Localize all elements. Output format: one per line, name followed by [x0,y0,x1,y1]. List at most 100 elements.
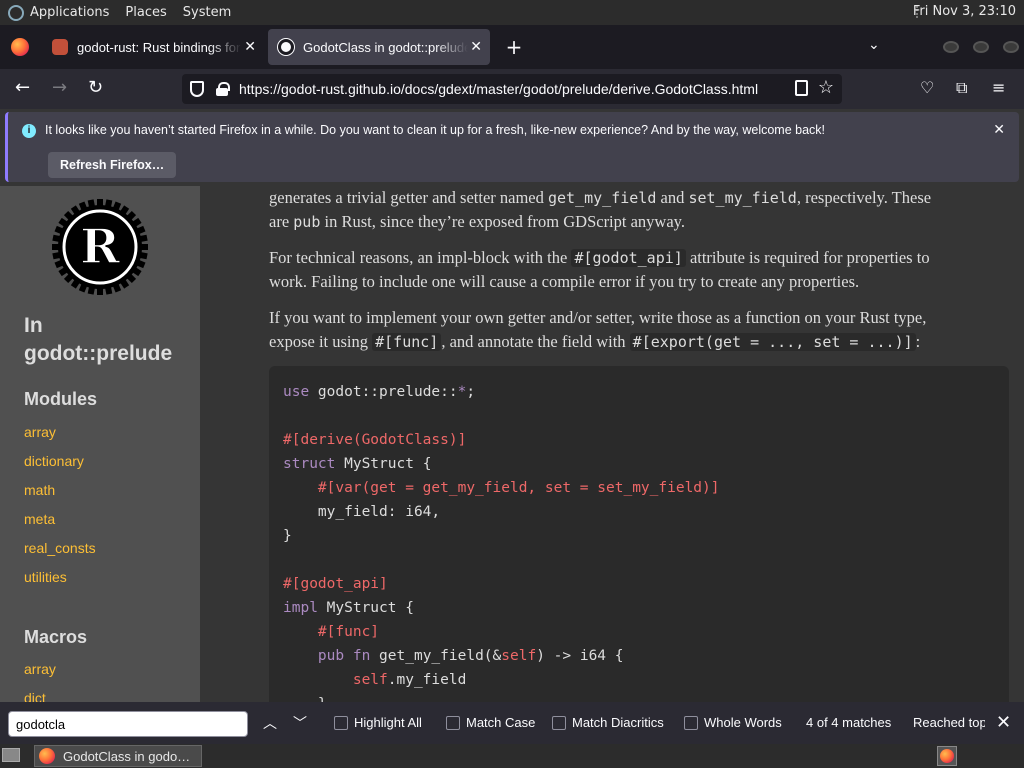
sidebar-item-utilities[interactable]: utilities [24,569,67,585]
close-tab-icon[interactable]: ✕ [244,38,256,55]
sidebar-item-macro-dict[interactable]: dict [24,690,46,702]
macros-heading[interactable]: Macros [24,627,87,648]
code-text: MyStruct { [335,456,432,472]
close-find-bar-icon[interactable]: ✕ [996,712,1011,733]
keyword: pub [283,648,345,664]
close-window-button[interactable] [1003,41,1019,53]
modules-heading[interactable]: Modules [24,389,97,410]
lock-icon[interactable] [216,82,230,96]
back-icon[interactable]: ← [15,77,30,98]
sidebar-item-meta[interactable]: meta [24,511,55,527]
tab-strip: godot-rust: Rust bindings for Godot ✕ Go… [0,25,1024,69]
sidebar-item-dictionary[interactable]: dictionary [24,453,84,469]
find-previous-icon[interactable]: ︿ [263,713,277,733]
tab-title: GodotClass in godot::prelude - Rust [303,39,468,55]
whole-words-checkbox[interactable] [684,716,698,730]
sidebar-item-real-consts[interactable]: real_consts [24,540,96,556]
keyword: struct [283,456,336,472]
location-link[interactable]: godot::prelude [24,342,172,365]
keyword: self [501,648,537,664]
clock[interactable]: Fri Nov 3, 23:10 [913,4,1016,19]
code-text: godot::prelude:: [309,384,458,400]
system-menu[interactable]: System [183,5,231,20]
highlight-all-label[interactable]: Highlight All [354,715,422,730]
notification-message: It looks like you haven’t started Firefo… [45,123,826,137]
sidebar-item-math[interactable]: math [24,482,55,498]
info-icon: i [22,124,36,138]
reload-icon[interactable]: ↻ [88,77,103,98]
pocket-icon[interactable]: ♡ [920,78,934,97]
tab-godot-rust[interactable]: godot-rust: Rust bindings for Godot ✕ [42,29,264,65]
minimize-window-button[interactable] [943,41,959,53]
firefox-icon [39,748,55,764]
paragraph: If you want to implement your own getter… [269,306,1009,354]
top-panel: Applications Places System Fri Nov 3, 23… [0,0,1024,25]
new-tab-icon[interactable]: + [502,35,526,59]
text: , respectively. These [796,188,932,207]
inline-code: #[godot_api] [571,249,686,267]
find-bar: ︿ ﹀ Highlight All Match Case Match Diacr… [0,702,1024,744]
forward-icon[interactable]: → [52,77,67,98]
text: work. Failing to include one will cause … [269,272,860,291]
close-tab-icon[interactable]: ✕ [470,38,482,55]
code-line: struct MyStruct { [283,452,431,476]
text: For technical reasons, an impl-block wit… [269,248,572,267]
highlight-all-checkbox[interactable] [334,716,348,730]
match-case-checkbox[interactable] [446,716,460,730]
match-diacritics-label[interactable]: Match Diacritics [572,715,664,730]
sidebar-item-array[interactable]: array [24,424,56,440]
bookmark-star-icon[interactable]: ☆ [818,77,834,98]
code-line: #[var(get = get_my_field, set = set_my_f… [283,480,720,496]
navigation-bar: ← → ↻ https://godot-rust.github.io/docs/… [0,69,1024,109]
find-status: Reached top of page, continued from bott… [913,715,985,730]
close-notification-icon[interactable]: ✕ [993,121,1005,138]
maximize-window-button[interactable] [973,41,989,53]
match-count: 4 of 4 matches [806,715,892,730]
show-desktop-icon[interactable] [2,748,20,762]
bottom-taskbar: GodotClass in godo… [0,744,1024,768]
code-line: } [283,692,327,702]
reader-view-icon[interactable] [795,80,808,96]
text: , and annotate the field with [441,332,630,351]
workspace-firefox-icon[interactable] [937,746,957,766]
match-case-label[interactable]: Match Case [466,715,535,730]
rust-favicon-icon [278,39,294,55]
code-text: ; [466,384,476,400]
taskbar-window-title: GodotClass in godo… [63,748,191,764]
app-menu-icon[interactable]: ≡ [992,78,1005,97]
code-line: self.my_field [283,668,467,692]
refresh-firefox-notification: i It looks like you haven’t started Fire… [5,112,1019,182]
page-content: R In godot::prelude Modules array dictio… [0,186,1024,702]
code-line: } [283,528,292,544]
applications-menu[interactable]: Applications [30,5,109,20]
code-block: use godot::prelude::*; #[derive(GodotCla… [269,366,1009,702]
inline-code: get_my_field [548,189,657,207]
find-next-icon[interactable]: ﹀ [293,713,307,733]
whole-words-label[interactable]: Whole Words [704,715,782,730]
text: attribute is required for properties to [685,248,930,267]
distro-logo-icon [8,4,24,21]
text: in Rust, since they’re exposed from GDSc… [320,212,685,231]
code-line: use godot::prelude::*; [283,380,475,404]
refresh-firefox-button[interactable]: Refresh Firefox… [48,152,177,178]
rust-logo-icon[interactable]: R [50,197,150,297]
places-menu[interactable]: Places [125,5,166,20]
url-text[interactable]: https://godot-rust.github.io/docs/gdext/… [239,81,758,97]
list-all-tabs-icon[interactable]: ⌄ [868,37,880,53]
address-bar[interactable]: https://godot-rust.github.io/docs/gdext/… [182,74,842,104]
code-text: MyStruct { [317,600,414,616]
tracking-protection-shield-icon[interactable] [190,81,204,97]
find-input[interactable] [8,711,248,737]
paragraph: For technical reasons, an impl-block wit… [269,246,1009,294]
taskbar-window-button[interactable]: GodotClass in godo… [34,745,202,767]
sidebar-item-macro-array[interactable]: array [24,661,56,677]
firefox-view-icon[interactable] [11,38,29,56]
sidebar: R In godot::prelude Modules array dictio… [0,186,200,702]
match-diacritics-checkbox[interactable] [552,716,566,730]
svg-text:R: R [80,219,121,275]
text: and [656,188,689,207]
code-text: ) -> i64 { [536,648,624,664]
tab-godotclass[interactable]: GodotClass in godot::prelude - Rust ✕ [268,29,490,65]
extensions-icon[interactable]: ⧉ [956,78,967,98]
code-line: #[godot_api] [283,576,388,592]
